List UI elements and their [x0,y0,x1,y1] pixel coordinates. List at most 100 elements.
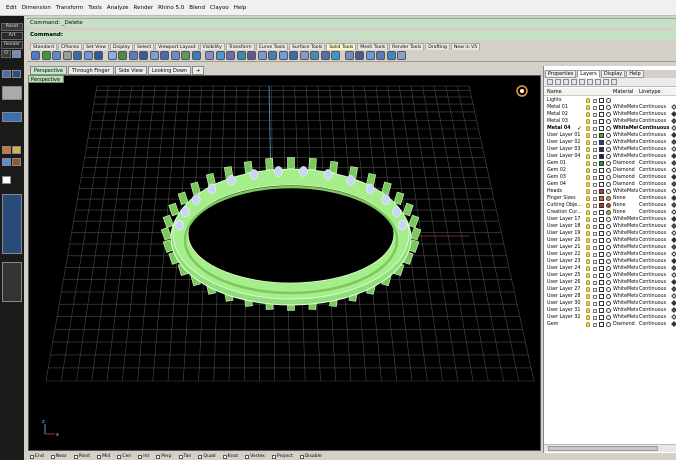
tool-icon[interactable] [107,51,117,60]
print-color-icon[interactable] [671,181,676,187]
print-color-icon[interactable] [671,132,676,138]
menu-dimension[interactable]: Dimension [22,5,51,11]
layer-material[interactable]: WhiteMetal [613,272,638,279]
tool-icon[interactable] [170,51,180,60]
layer-color-swatch[interactable] [599,119,604,124]
tool-icon[interactable] [257,51,267,60]
layer-linetype[interactable]: Continuous [639,230,669,237]
lightbulb-icon[interactable] [586,280,590,285]
lock-icon[interactable] [593,127,597,131]
layer-linetype[interactable]: Continuous [639,139,669,146]
layer-material[interactable]: WhiteMetal [613,244,638,251]
layer-color-swatch[interactable] [599,175,604,180]
layer-material[interactable]: WhiteMetal [613,230,638,237]
material-icon[interactable] [606,280,611,285]
layer-material[interactable]: WhiteMetal [613,146,638,153]
lock-icon[interactable] [593,288,597,292]
print-color-icon[interactable] [671,118,676,124]
layer-row[interactable]: User Layer 02 WhiteMetal Continuous [544,139,676,146]
tool-icon[interactable] [215,51,225,60]
layer-row[interactable]: User Layer 26 WhiteMetal Continuous [544,279,676,286]
lightbulb-icon[interactable] [586,217,590,222]
print-color-icon[interactable] [671,195,676,201]
layer-linetype[interactable]: Continuous [639,125,669,132]
layer-color-swatch[interactable] [599,203,604,208]
lightbulb-icon[interactable] [586,161,590,166]
osnap-cen[interactable]: Cen [117,454,131,459]
material-icon[interactable] [606,224,611,229]
lightbulb-icon[interactable] [586,238,590,243]
swatch-icon[interactable] [2,112,22,122]
layer-linetype[interactable]: Continuous [639,195,669,202]
layer-color-swatch[interactable] [599,280,604,285]
print-color-icon[interactable] [671,265,676,271]
layer-row[interactable]: User Layer 20 WhiteMetal Continuous [544,237,676,244]
lightbulb-icon[interactable] [586,308,590,313]
layer-color-swatch[interactable] [599,287,604,292]
layer-linetype[interactable]: Continuous [639,132,669,139]
delete-layer-icon[interactable] [563,79,569,85]
preview-icon[interactable] [2,86,22,100]
lock-icon[interactable] [593,274,597,278]
lock-icon[interactable] [593,309,597,313]
lightbulb-icon[interactable] [586,210,590,215]
command-prompt[interactable]: Command: [27,31,676,40]
lock-icon[interactable] [593,204,597,208]
menu-render[interactable]: Render [134,5,154,11]
lock-icon[interactable] [593,169,597,173]
lightbulb-icon[interactable] [586,105,590,110]
new-layer-icon[interactable] [547,79,553,85]
layer-color-swatch[interactable] [599,189,604,194]
osnap-quad[interactable]: Quad [198,454,216,459]
tab-display[interactable]: Display [110,43,133,50]
print-color-icon[interactable] [671,300,676,306]
tool-icon[interactable] [226,51,235,60]
layer-material[interactable]: WhiteMetal [613,307,638,314]
lock-icon[interactable] [593,106,597,110]
layer-material[interactable]: Diamond [613,174,638,181]
layer-linetype[interactable]: Continuous [639,307,669,314]
tools-icon[interactable] [603,79,609,85]
lock-icon[interactable] [593,225,597,229]
lock-icon[interactable] [593,295,597,299]
layer-row[interactable]: Gem 01 Diamond Continuous [544,160,676,167]
layer-color-swatch[interactable] [599,147,604,152]
material-icon[interactable] [606,322,611,327]
lock-icon[interactable] [593,183,597,187]
column-material[interactable]: Material [613,88,633,96]
osnap-disable[interactable]: Disable [299,454,322,459]
layer-linetype[interactable]: Continuous [639,279,669,286]
print-color-icon[interactable] [671,272,676,278]
lock-icon[interactable] [593,197,597,201]
swatch-icon[interactable] [12,158,21,166]
swatch-icon[interactable] [12,50,21,58]
material-icon[interactable] [606,98,611,103]
print-color-icon[interactable] [671,307,676,313]
tool-icon[interactable] [31,51,40,60]
swatch-icon[interactable] [12,70,21,78]
help-icon[interactable] [611,79,617,85]
lightbulb-icon[interactable] [586,301,590,306]
menu-transform[interactable]: Transform [56,5,83,11]
tool-icon[interactable] [191,51,201,60]
lightbulb-icon[interactable] [586,315,590,320]
layer-color-swatch[interactable] [599,126,604,131]
tool-icon[interactable] [247,51,256,60]
layer-row[interactable]: User Layer 19 WhiteMetal Continuous [544,230,676,237]
layer-row[interactable]: Gem 04 Diamond Continuous [544,181,676,188]
material-icon[interactable] [606,133,611,138]
lightbulb-icon[interactable] [586,147,590,152]
print-color-icon[interactable] [671,314,676,320]
layer-linetype[interactable]: Continuous [639,160,669,167]
lightbulb-icon[interactable] [586,196,590,201]
lock-icon[interactable] [593,218,597,222]
layer-linetype[interactable]: Continuous [639,202,669,209]
material-icon[interactable] [606,203,611,208]
print-color-icon[interactable] [671,167,676,173]
material-icon[interactable] [606,301,611,306]
print-color-icon[interactable] [671,153,676,159]
layer-linetype[interactable]: Continuous [639,223,669,230]
layer-material[interactable]: None [613,195,638,202]
layer-row[interactable]: User Layer 21 WhiteMetal Continuous [544,244,676,251]
tool-icon[interactable] [268,51,277,60]
